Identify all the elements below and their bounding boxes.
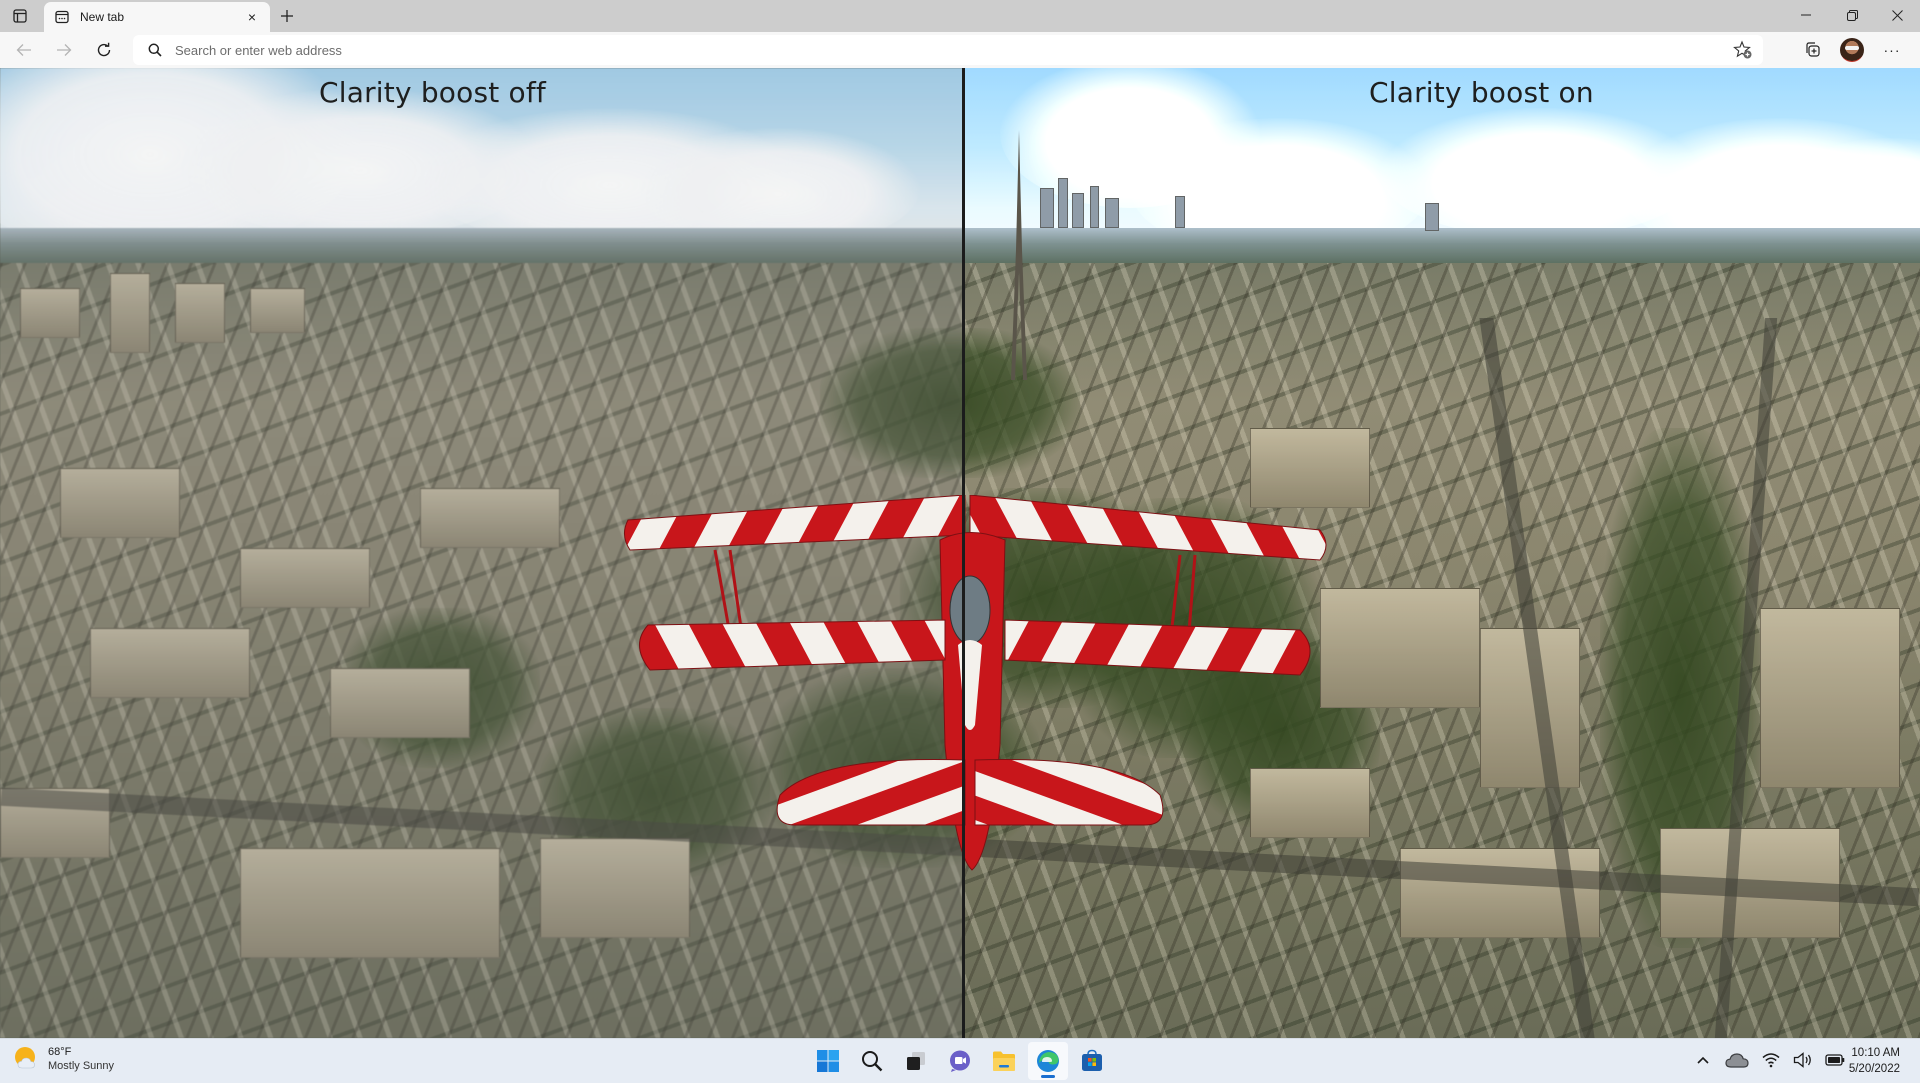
new-tab-page-icon bbox=[54, 9, 70, 25]
close-tab-button[interactable]: × bbox=[242, 7, 262, 27]
collections-button[interactable] bbox=[1798, 36, 1826, 64]
clock-button[interactable]: 10:10 AM 5/20/2022 bbox=[1849, 1045, 1900, 1077]
add-favorite-button[interactable] bbox=[1733, 40, 1753, 60]
tab-actions-icon bbox=[13, 9, 27, 23]
clock-time: 10:10 AM bbox=[1851, 1047, 1900, 1059]
caption-boost-on: Clarity boost on bbox=[1369, 76, 1594, 109]
network-button[interactable] bbox=[1760, 1049, 1782, 1071]
edge-button[interactable] bbox=[1028, 1042, 1068, 1080]
weather-condition: Mostly Sunny bbox=[48, 1060, 115, 1072]
building bbox=[1760, 608, 1900, 788]
biplane bbox=[624, 495, 1327, 871]
folder-icon bbox=[993, 1051, 1015, 1071]
lower-wing-right bbox=[1004, 619, 1311, 676]
building bbox=[420, 488, 560, 548]
volume-icon bbox=[1793, 1052, 1811, 1068]
store-button[interactable] bbox=[1072, 1042, 1112, 1080]
plus-icon bbox=[281, 10, 293, 22]
building bbox=[90, 628, 250, 698]
add-favorite-icon bbox=[1733, 40, 1752, 59]
taskbar-apps bbox=[808, 1042, 1112, 1080]
windows-start-icon bbox=[817, 1050, 839, 1072]
chevron-up-icon bbox=[1697, 1056, 1709, 1064]
building bbox=[250, 288, 305, 333]
battery-icon bbox=[1825, 1054, 1845, 1066]
back-icon bbox=[16, 44, 31, 56]
store-icon bbox=[1082, 1049, 1102, 1071]
onedrive-icon bbox=[1725, 1053, 1749, 1068]
show-hidden-icons-button[interactable] bbox=[1692, 1049, 1714, 1071]
building bbox=[20, 288, 80, 338]
search-icon bbox=[147, 42, 163, 58]
skyscraper bbox=[1175, 196, 1185, 228]
tab-new-tab[interactable]: New tab × bbox=[44, 2, 270, 32]
search-icon bbox=[862, 1051, 883, 1072]
taskbar-search-button[interactable] bbox=[852, 1042, 892, 1080]
address-input[interactable] bbox=[175, 42, 1675, 58]
weather-widget[interactable]: 68°F Mostly Sunny bbox=[12, 1044, 114, 1074]
battery-button[interactable] bbox=[1824, 1049, 1846, 1071]
skyscraper bbox=[1425, 203, 1439, 231]
skyscraper bbox=[1105, 198, 1119, 228]
building bbox=[60, 468, 180, 538]
refresh-button[interactable] bbox=[90, 36, 118, 64]
comparison-divider[interactable] bbox=[962, 68, 965, 1038]
minimize-button[interactable] bbox=[1783, 0, 1829, 30]
start-button[interactable] bbox=[808, 1042, 848, 1080]
teams-chat-icon bbox=[950, 1050, 970, 1072]
skyscraper bbox=[1090, 186, 1099, 228]
comparison-image: Clarity boost off Clarity boost on bbox=[0, 68, 1920, 1038]
task-view-button[interactable] bbox=[896, 1042, 936, 1080]
volume-button[interactable] bbox=[1792, 1049, 1814, 1071]
building bbox=[240, 548, 370, 608]
system-tray bbox=[1692, 1049, 1846, 1071]
building bbox=[1320, 588, 1480, 708]
profile-button[interactable] bbox=[1838, 36, 1866, 64]
lower-wing-left bbox=[639, 619, 946, 671]
clock-date: 5/20/2022 bbox=[1848, 1063, 1900, 1075]
restore-icon bbox=[1846, 9, 1858, 21]
task-view-icon bbox=[907, 1052, 925, 1070]
building bbox=[240, 848, 500, 958]
tab-title: New tab bbox=[80, 10, 125, 24]
teams-chat-button[interactable] bbox=[940, 1042, 980, 1080]
building bbox=[175, 283, 225, 343]
tail-right bbox=[974, 758, 1164, 826]
partly-sunny-icon bbox=[12, 1044, 42, 1074]
skyscraper bbox=[1058, 178, 1068, 228]
onedrive-button[interactable] bbox=[1724, 1049, 1750, 1071]
upper-wing-left bbox=[624, 495, 966, 551]
tab-strip: New tab × bbox=[0, 0, 1920, 32]
eiffel-tower bbox=[1011, 130, 1027, 380]
skyscraper bbox=[1072, 193, 1084, 228]
file-explorer-button[interactable] bbox=[984, 1042, 1024, 1080]
restore-button[interactable] bbox=[1829, 0, 1875, 30]
close-window-button[interactable] bbox=[1874, 0, 1920, 30]
edge-icon bbox=[1037, 1050, 1059, 1072]
refresh-icon bbox=[97, 42, 111, 57]
tab-actions-button[interactable] bbox=[8, 5, 32, 27]
minimize-icon bbox=[1801, 14, 1811, 16]
browser-toolbar: ··· bbox=[0, 32, 1920, 68]
building bbox=[110, 273, 150, 353]
profile-avatar bbox=[1840, 38, 1864, 62]
weather-temperature: 68°F bbox=[48, 1046, 72, 1058]
forward-icon bbox=[57, 44, 72, 56]
address-bar[interactable] bbox=[133, 35, 1763, 65]
caption-boost-off: Clarity boost off bbox=[319, 76, 546, 109]
back-button[interactable] bbox=[10, 36, 38, 64]
skyscraper bbox=[1040, 188, 1054, 228]
new-tab-button[interactable] bbox=[276, 5, 298, 27]
tail-left bbox=[776, 758, 966, 826]
upper-wing-right bbox=[969, 495, 1327, 561]
more-options-button[interactable]: ··· bbox=[1878, 36, 1906, 64]
taskbar: 68°F Mostly Sunny 10:10 AM 5/20/2022 bbox=[0, 1038, 1920, 1083]
cockpit bbox=[949, 575, 991, 645]
collections-icon bbox=[1806, 42, 1820, 57]
close-icon bbox=[1891, 9, 1903, 21]
forward-button[interactable] bbox=[50, 36, 78, 64]
building bbox=[330, 668, 470, 738]
wifi-icon bbox=[1762, 1053, 1780, 1068]
